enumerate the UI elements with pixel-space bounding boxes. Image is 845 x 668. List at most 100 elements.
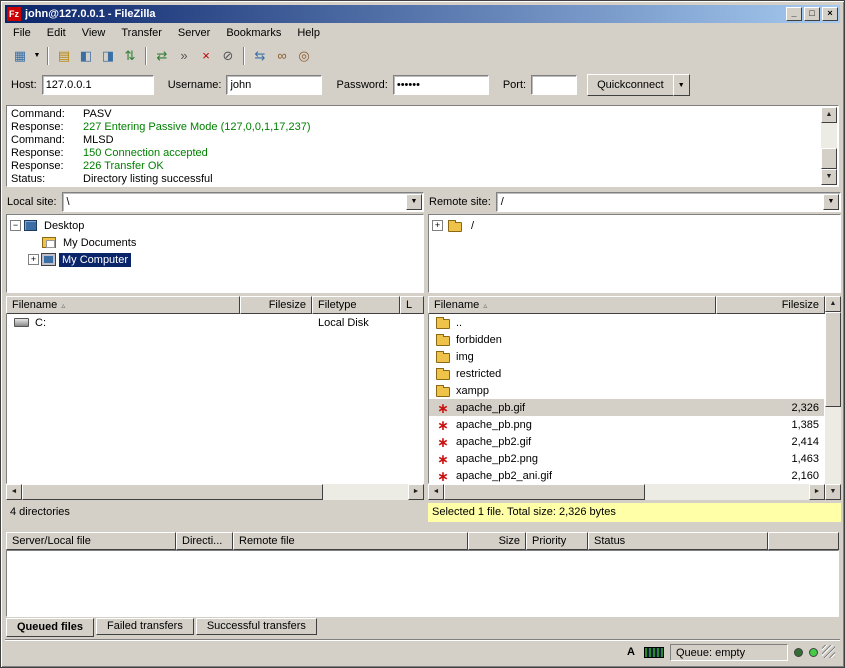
remote-file-row[interactable]: restricted — [429, 365, 824, 382]
menu-server[interactable]: Server — [170, 25, 218, 41]
tree-item-my-computer[interactable]: + My Computer — [8, 251, 422, 268]
remote-file-row-selected[interactable]: ∗apache_pb.gif 2,326 — [429, 399, 824, 416]
process-queue-button[interactable]: » — [173, 46, 195, 66]
find-files-button[interactable]: ◎ — [293, 46, 315, 66]
tab-queued-files[interactable]: Queued files — [6, 618, 94, 637]
column-size[interactable]: Size — [468, 532, 526, 550]
password-input[interactable] — [393, 75, 489, 95]
queue-header: Server/Local file Directi... Remote file… — [6, 532, 839, 550]
quickconnect-dropdown[interactable]: ▼ — [673, 74, 690, 96]
expand-icon[interactable]: + — [28, 254, 39, 265]
remote-file-row[interactable]: forbidden — [429, 331, 824, 348]
tab-successful-transfers[interactable]: Successful transfers — [196, 618, 317, 635]
close-button[interactable]: × — [822, 7, 838, 21]
local-file-row-c-drive[interactable]: C: Local Disk — [7, 314, 423, 331]
scroll-up-icon[interactable]: ▲ — [821, 107, 837, 123]
activity-led-recv-icon — [794, 648, 803, 657]
scroll-right-icon[interactable]: ► — [809, 484, 825, 500]
host-label: Host: — [11, 79, 37, 91]
log-scrollbar[interactable]: ▲ ▼ — [821, 107, 837, 185]
remote-file-row[interactable]: .. — [429, 314, 824, 331]
minimize-button[interactable]: _ — [786, 7, 802, 21]
sync-browsing-button[interactable]: ∞ — [271, 46, 293, 66]
local-site-combo[interactable]: \ ▼ — [62, 192, 424, 212]
scroll-left-icon[interactable]: ◄ — [428, 484, 444, 500]
chevron-down-icon[interactable]: ▼ — [823, 194, 839, 210]
folder-icon — [436, 319, 450, 329]
image-file-icon: ∗ — [436, 437, 450, 447]
site-manager-button[interactable]: ▦ — [9, 46, 31, 66]
chevron-down-icon: ▼ — [678, 82, 685, 89]
menu-view[interactable]: View — [74, 25, 114, 41]
message-log-icon: ▤ — [58, 48, 70, 64]
menu-file[interactable]: File — [5, 25, 39, 41]
scroll-down-icon[interactable]: ▼ — [825, 484, 841, 500]
toggle-message-log-button[interactable]: ▤ — [53, 46, 75, 66]
remote-site-label: Remote site: — [429, 196, 491, 208]
scroll-right-icon[interactable]: ► — [408, 484, 424, 500]
username-label: Username: — [168, 79, 222, 91]
username-input[interactable] — [226, 75, 322, 95]
maximize-button[interactable]: □ — [804, 7, 820, 21]
quickconnect-button[interactable]: Quickconnect — [587, 74, 674, 96]
menu-bookmarks[interactable]: Bookmarks — [218, 25, 289, 41]
toggle-queue-button[interactable]: ⇅ — [119, 46, 141, 66]
scroll-up-icon[interactable]: ▲ — [825, 296, 841, 312]
compare-button[interactable]: ⇆ — [249, 46, 271, 66]
site-manager-dropdown[interactable]: ▼ — [31, 46, 43, 66]
column-last-modified[interactable]: L — [400, 296, 424, 314]
column-direction[interactable]: Directi... — [176, 532, 233, 550]
toolbar: ▦ ▼ ▤ ◧ ◨ ⇅ ⇄ » × ⊘ ⇆ ∞ ◎ — [5, 42, 840, 69]
chevron-down-icon[interactable]: ▼ — [406, 194, 422, 210]
remote-site-combo[interactable]: / ▼ — [496, 192, 841, 212]
local-tree-icon: ◧ — [80, 48, 92, 64]
remote-file-row[interactable]: ∗apache_pb2_ani.gif 2,160 — [429, 467, 824, 484]
tree-item-desktop[interactable]: − Desktop — [8, 217, 422, 234]
folder-icon — [436, 370, 450, 380]
host-input[interactable] — [42, 75, 154, 95]
collapse-icon[interactable]: − — [10, 220, 21, 231]
scroll-down-icon[interactable]: ▼ — [821, 169, 837, 185]
column-filesize[interactable]: Filesize — [240, 296, 312, 314]
toggle-local-tree-button[interactable]: ◧ — [75, 46, 97, 66]
local-status-text: 4 directories — [6, 503, 424, 522]
column-remote-file[interactable]: Remote file — [233, 532, 468, 550]
local-hscrollbar[interactable]: ◄ ► — [6, 484, 424, 500]
tree-item-root[interactable]: + / — [430, 217, 839, 234]
column-status[interactable]: Status — [588, 532, 768, 550]
menu-help[interactable]: Help — [289, 25, 328, 41]
remote-hscrollbar[interactable]: ◄ ► — [428, 484, 825, 500]
remote-vscrollbar[interactable]: ▲ ▼ — [825, 296, 841, 500]
menu-transfer[interactable]: Transfer — [113, 25, 170, 41]
column-filetype[interactable]: Filetype — [312, 296, 400, 314]
column-server-local-file[interactable]: Server/Local file — [6, 532, 176, 550]
disconnect-button[interactable]: ⊘ — [217, 46, 239, 66]
tab-failed-transfers[interactable]: Failed transfers — [96, 618, 194, 635]
expand-icon[interactable]: + — [432, 220, 443, 231]
column-priority[interactable]: Priority — [526, 532, 588, 550]
menu-edit[interactable]: Edit — [39, 25, 74, 41]
tree-item-my-documents[interactable]: My Documents — [8, 234, 422, 251]
remote-file-row[interactable]: img — [429, 348, 824, 365]
column-filesize[interactable]: Filesize — [716, 296, 825, 314]
toggle-remote-tree-button[interactable]: ◨ — [97, 46, 119, 66]
site-manager-icon: ▦ — [14, 48, 26, 64]
app-logo-icon: Fz — [7, 7, 21, 21]
column-filename[interactable]: Filename▵ — [6, 296, 240, 314]
local-site-value: \ — [63, 196, 406, 208]
my-documents-icon — [42, 237, 56, 248]
remote-file-row[interactable]: ∗apache_pb.png 1,385 — [429, 416, 824, 433]
refresh-button[interactable]: ⇄ — [151, 46, 173, 66]
quickconnect-bar: Host: Username: Password: Port: Quickcon… — [5, 69, 840, 101]
remote-file-row[interactable]: ∗apache_pb2.png 1,463 — [429, 450, 824, 467]
remote-status-text: Selected 1 file. Total size: 2,326 bytes — [428, 503, 841, 522]
cancel-button[interactable]: × — [195, 46, 217, 66]
scroll-left-icon[interactable]: ◄ — [6, 484, 22, 500]
port-input[interactable] — [531, 75, 577, 95]
remote-file-row[interactable]: ∗apache_pb2.gif 2,414 — [429, 433, 824, 450]
resize-grip[interactable] — [822, 645, 835, 658]
folder-icon — [436, 353, 450, 363]
remote-file-row[interactable]: xampp — [429, 382, 824, 399]
column-filename[interactable]: Filename▵ — [428, 296, 716, 314]
queue-list[interactable] — [6, 550, 839, 617]
